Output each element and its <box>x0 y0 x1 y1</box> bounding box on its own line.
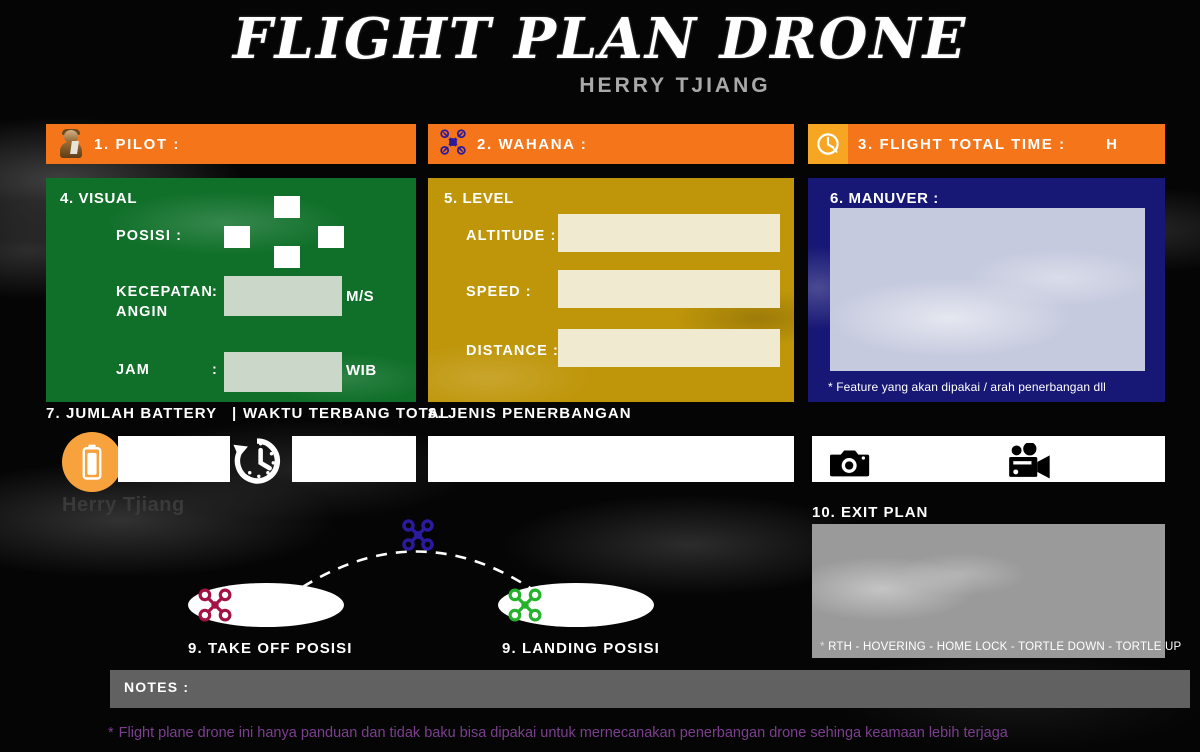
page-title: FLIGHT PLAN DRONE <box>232 6 968 72</box>
total-flight-time-label: WAKTU TERBANG TOTAL <box>243 405 450 422</box>
panel-visual: 4. VISUAL POSISI : KECEPATAN ANGIN : M/S… <box>46 178 416 402</box>
flight-type-label: 8. JENIS PENERBANGAN <box>428 405 632 422</box>
kecepatan-angin-input[interactable] <box>224 276 342 316</box>
exit-plan-note: * RTH - HOVERING - HOME LOCK - TORTLE DO… <box>820 641 1181 653</box>
altitude-input[interactable] <box>558 214 780 252</box>
visual-title: 4. VISUAL <box>60 190 138 207</box>
posisi-checkbox-left[interactable] <box>224 226 250 248</box>
manuver-note: * Feature yang akan dipakai / arah pener… <box>828 380 1106 394</box>
takeoff-drone-icon <box>198 588 232 627</box>
posisi-checkbox-right[interactable] <box>318 226 344 248</box>
kecepatan-label-line2: ANGIN <box>116 304 169 320</box>
notes-label: NOTES : <box>124 679 190 695</box>
landing-drone-icon <box>508 588 542 627</box>
author-credit: HERRY TJIANG <box>579 74 771 97</box>
apex-drone-icon <box>402 519 434 556</box>
clock-drone-icon <box>808 124 848 164</box>
pilot-person-icon <box>58 129 84 159</box>
exit-plan-input[interactable]: * RTH - HOVERING - HOME LOCK - TORTLE DO… <box>812 524 1181 658</box>
notes-field[interactable]: NOTES : <box>110 670 1190 708</box>
disclaimer-text: Flight plane drone ini hanya panduan dan… <box>118 725 1008 741</box>
flight-plan-sheet: FLIGHT PLAN DRONE HERRY TJIANG 1. PILOT … <box>0 0 1200 752</box>
flight-type-input[interactable] <box>428 436 794 482</box>
flight-path-diagram: 9. TAKE OFF POSISI 9. LANDING POSISI <box>150 505 710 665</box>
exit-note-text: RTH - HOVERING - HOME LOCK - TORTLE DOWN… <box>828 641 1182 653</box>
manuver-input[interactable] <box>830 208 1145 371</box>
distance-input[interactable] <box>558 329 780 367</box>
field-flight-total-time[interactable]: 3. FLIGHT TOTAL TIME : H <box>808 124 1165 164</box>
disclaimer: * Flight plane drone ini hanya panduan da… <box>108 725 1008 741</box>
drone-icon <box>438 128 468 161</box>
wahana-label: 2. WAHANA : <box>477 135 588 153</box>
disclaimer-star: * <box>108 725 114 741</box>
panel-level: 5. LEVEL ALTITUDE : SPEED : DISTANCE : <box>428 178 794 402</box>
takeoff-label: 9. TAKE OFF POSISI <box>188 640 353 657</box>
jam-input[interactable] <box>224 352 342 392</box>
jam-colon: : <box>212 362 218 378</box>
total-flight-time-input[interactable] <box>292 436 416 482</box>
exit-note-star: * <box>820 641 825 653</box>
clock-history-icon <box>228 432 286 490</box>
pilot-label: 1. PILOT : <box>94 135 181 153</box>
distance-label: DISTANCE : <box>466 343 559 359</box>
altitude-label: ALTITUDE : <box>466 228 557 244</box>
posisi-label: POSISI : <box>116 228 183 244</box>
video-camera-icon[interactable] <box>1005 442 1053 486</box>
landing-label: 9. LANDING POSISI <box>502 640 660 657</box>
posisi-checkbox-bottom[interactable] <box>274 246 300 268</box>
speed-input[interactable] <box>558 270 780 308</box>
jam-label: JAM <box>116 362 150 378</box>
field-pilot[interactable]: 1. PILOT : <box>46 124 416 164</box>
battery-count-label: 7. JUMLAH BATTERY <box>46 405 218 422</box>
hour-unit-label: H <box>1106 135 1117 153</box>
field-wahana[interactable]: 2. WAHANA : <box>428 124 794 164</box>
flight-total-time-label: 3. FLIGHT TOTAL TIME : <box>858 135 1066 153</box>
jam-unit: WIB <box>346 362 377 379</box>
manuver-title: 6. MANUVER : <box>830 190 939 207</box>
photo-camera-icon[interactable] <box>830 448 870 483</box>
exit-plan-title: 10. EXIT PLAN <box>812 504 929 521</box>
kecepatan-label-line1: KECEPATAN <box>116 284 213 300</box>
kecepatan-colon: : <box>212 284 218 300</box>
posisi-checkbox-top[interactable] <box>274 196 300 218</box>
panel-manuver: 6. MANUVER : * Feature yang akan dipakai… <box>808 178 1165 402</box>
speed-label: SPEED : <box>466 284 532 300</box>
level-title: 5. LEVEL <box>444 190 514 207</box>
kecepatan-unit: M/S <box>346 288 375 305</box>
battery-count-input[interactable] <box>118 436 230 482</box>
row-separator: | <box>232 405 237 422</box>
battery-icon <box>62 432 122 492</box>
